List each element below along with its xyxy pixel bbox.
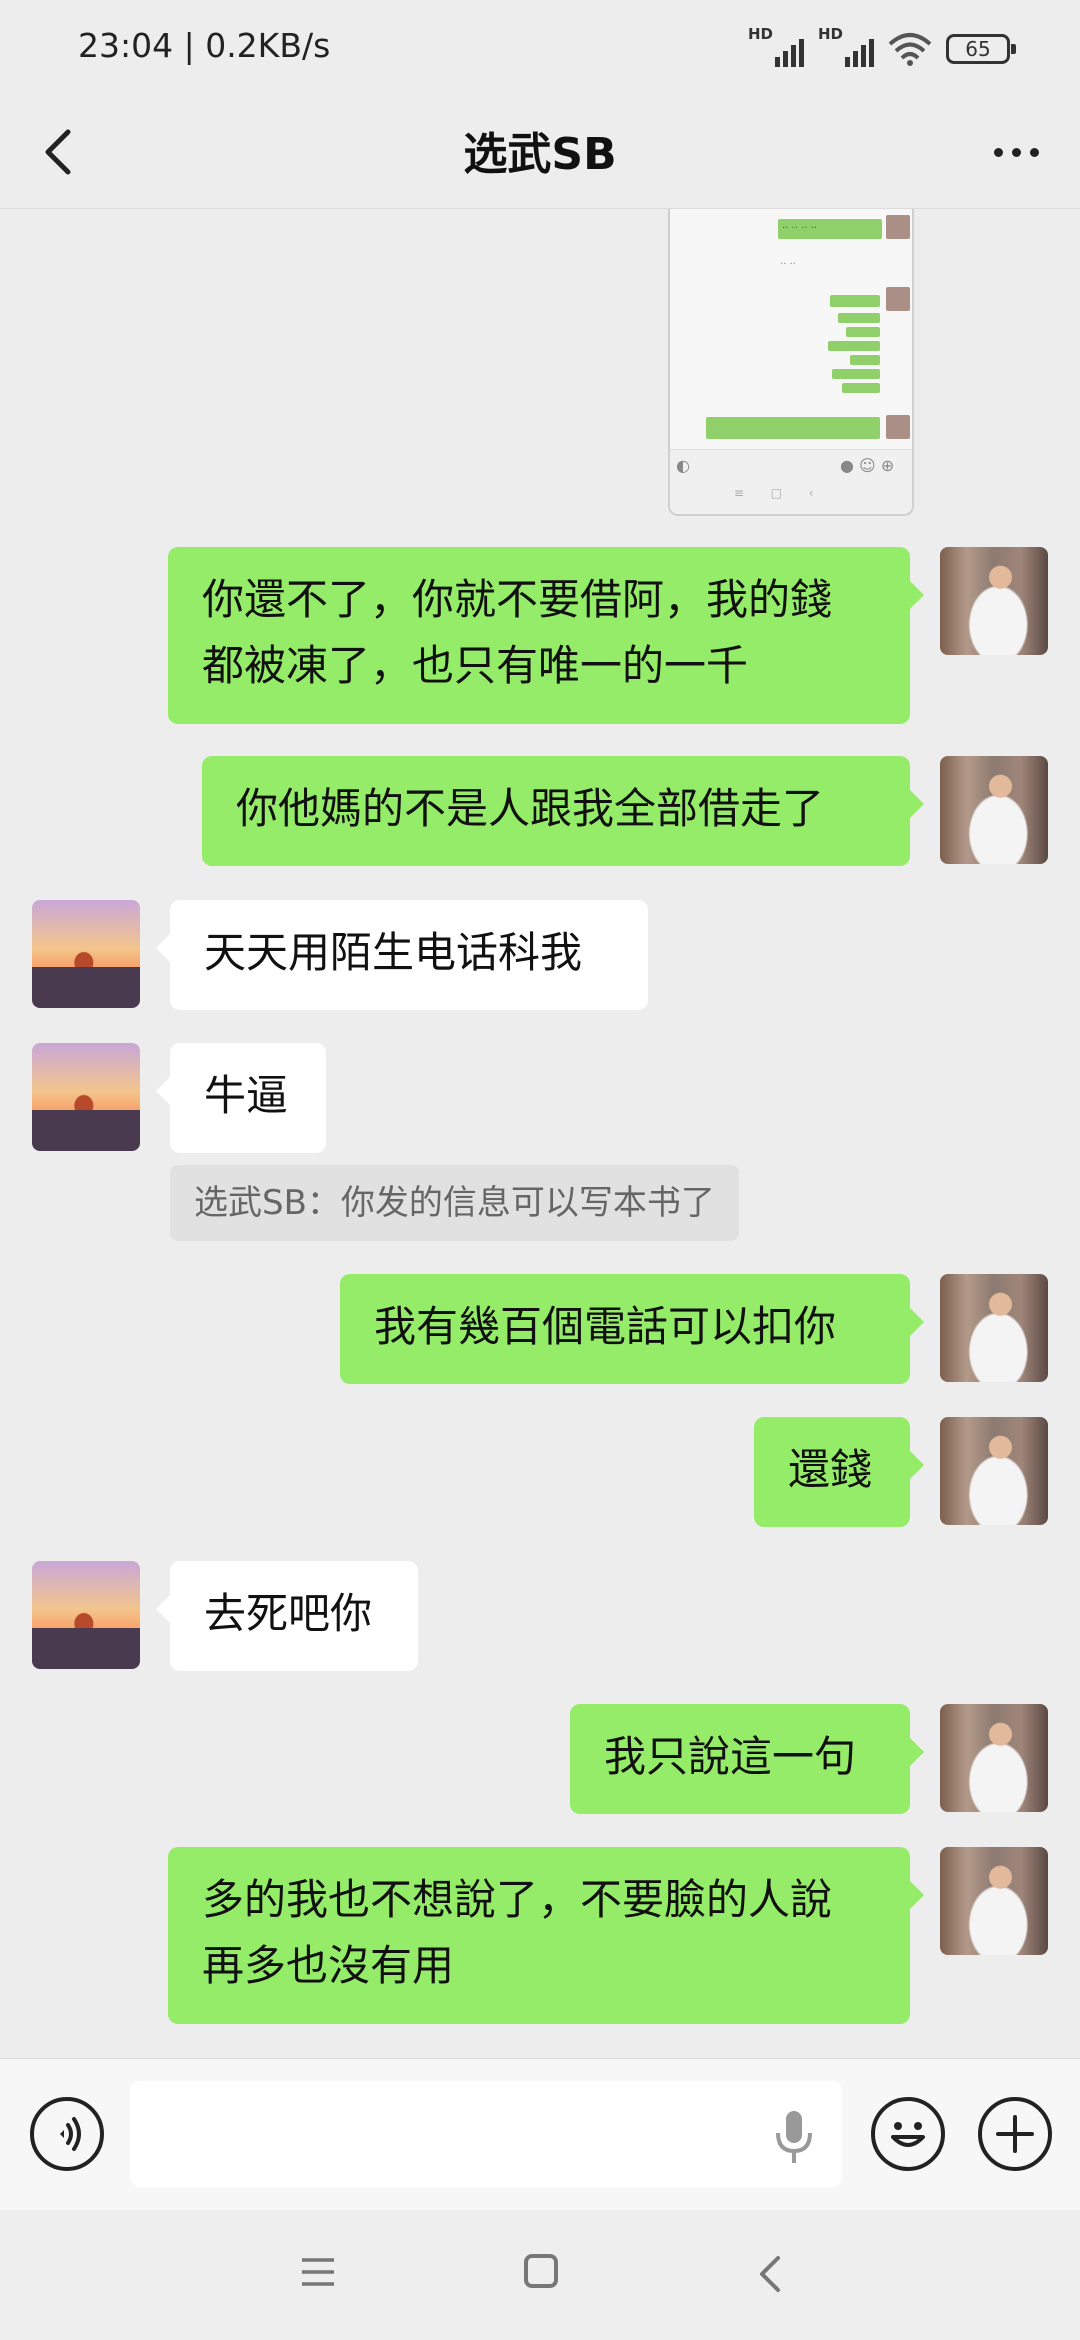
my-message-bubble[interactable]: 你還不了，你就不要借阿，我的錢 都被凍了，也只有唯一的一千 <box>168 547 924 724</box>
back-icon[interactable] <box>754 2252 784 2296</box>
microphone-icon[interactable] <box>772 2109 816 2165</box>
my-message-bubble[interactable]: 你他媽的不是人跟我全部借走了 <box>202 756 924 866</box>
my-message-bubble[interactable]: 我有幾百個電話可以扣你 <box>340 1274 924 1384</box>
image-message[interactable]: ·· ·· ·· ·· ·· ·· ◐ ● ☺ ⊕ ≡ □ ‹ <box>668 209 914 516</box>
quoted-message[interactable]: 选武SB：你发的信息可以写本书了 <box>170 1165 739 1241</box>
status-bar: 23:04 | 0.2KB/s HD HD 65 <box>0 0 1080 96</box>
my-avatar[interactable] <box>940 547 1048 655</box>
signal-hd-label: HD <box>818 25 844 43</box>
emoji-icon[interactable] <box>871 2097 945 2171</box>
status-time: 23:04 | 0.2KB/s <box>78 26 331 65</box>
battery-indicator: 65 <box>946 34 1016 64</box>
my-avatar[interactable] <box>940 756 1048 864</box>
status-icons: HD HD 65 <box>748 25 1016 70</box>
contact-message-bubble[interactable]: 天天用陌生电话科我 <box>156 900 648 1010</box>
my-avatar[interactable] <box>940 1274 1048 1382</box>
chat-header: 选武SB <box>0 96 1080 209</box>
input-bar <box>0 2058 1080 2211</box>
menu-icon[interactable] <box>300 2252 336 2292</box>
contact-avatar[interactable] <box>32 1043 140 1151</box>
contact-message-bubble[interactable]: 牛逼 <box>156 1043 326 1153</box>
contact-avatar[interactable] <box>32 900 140 1008</box>
contact-message-bubble[interactable]: 去死吧你 <box>156 1561 418 1671</box>
signal-icon: HD <box>748 25 804 69</box>
my-message-bubble[interactable]: 還錢 <box>754 1417 924 1527</box>
my-avatar[interactable] <box>940 1704 1048 1812</box>
voice-icon[interactable] <box>30 2097 104 2171</box>
contact-avatar[interactable] <box>32 1561 140 1669</box>
message-list[interactable]: ·· ·· ·· ·· ·· ·· ◐ ● ☺ ⊕ ≡ □ ‹ 你還不了，你就不… <box>0 209 1080 2057</box>
plus-icon[interactable] <box>978 2097 1052 2171</box>
chat-title[interactable]: 选武SB <box>0 118 1080 182</box>
message-input[interactable] <box>130 2081 842 2187</box>
my-message-bubble[interactable]: 我只說這一句 <box>570 1704 924 1814</box>
home-icon[interactable] <box>524 2254 558 2288</box>
my-message-bubble[interactable]: 多的我也不想說了，不要臉的人說 再多也沒有用 <box>168 1847 924 2024</box>
ellipsis-icon[interactable] <box>982 120 1050 184</box>
my-avatar[interactable] <box>940 1417 1048 1525</box>
signal-icon: HD <box>818 25 874 69</box>
my-avatar[interactable] <box>940 1847 1048 1955</box>
signal-hd-label: HD <box>748 25 774 43</box>
wifi-icon <box>888 33 932 66</box>
system-nav-bar <box>0 2210 1080 2340</box>
